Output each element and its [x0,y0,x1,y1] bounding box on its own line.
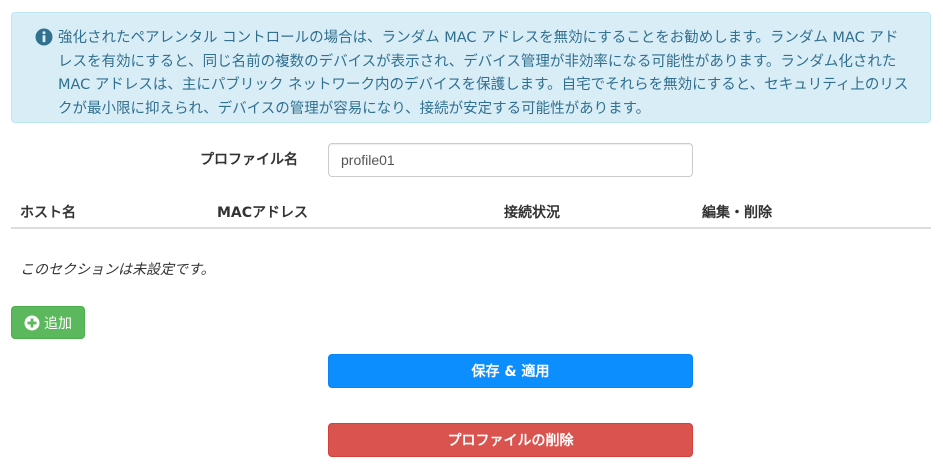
add-button[interactable]: 追加 [11,306,85,339]
profile-name-label: プロファイル名 [200,152,298,168]
info-circle-icon [35,28,53,46]
column-header-connection-status: 接続状況 [504,205,560,221]
delete-profile-button[interactable]: プロファイルの削除 [328,423,693,457]
profile-name-input[interactable] [328,143,693,177]
empty-section-message: このセクションは未設定です。 [20,262,215,278]
column-header-hostname: ホスト名 [20,205,76,221]
column-header-edit-delete: 編集・削除 [702,205,772,221]
add-button-label: 追加 [44,315,72,332]
save-apply-button[interactable]: 保存 & 適用 [328,354,693,388]
column-header-mac-address: MACアドレス [217,205,309,221]
delete-profile-label: プロファイルの削除 [447,433,574,449]
plus-circle-icon [24,315,40,330]
info-alert: 強化されたペアレンタル コントロールの場合は、ランダム MAC アドレスを無効に… [11,12,931,123]
table-header: ホスト名 MACアドレス 接続状況 編集・削除 [11,198,931,229]
info-text: 強化されたペアレンタル コントロールの場合は、ランダム MAC アドレスを無効に… [58,30,909,117]
save-apply-label: 保存 & 適用 [471,364,550,380]
